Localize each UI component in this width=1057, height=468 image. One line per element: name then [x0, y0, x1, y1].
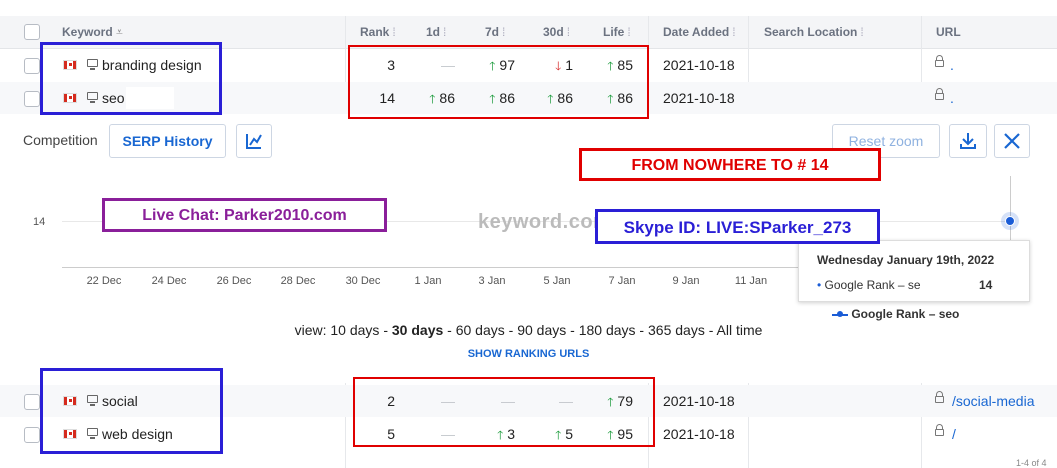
view-separator: -: [379, 322, 392, 338]
highlight-box-ranks-top: [348, 45, 649, 119]
header-search-location[interactable]: Search Location ⁞: [764, 16, 864, 48]
x-axis-tick-label: 3 Jan: [478, 275, 506, 287]
chart-toggle-button[interactable]: [236, 124, 272, 158]
highlight-box-keywords-bottom: [40, 368, 223, 454]
header-1d[interactable]: 1d ⁞: [426, 16, 446, 48]
row-checkbox[interactable]: [24, 427, 40, 443]
ranking-url[interactable]: /social-media: [952, 385, 1034, 417]
x-axis-tick-label: 22 Dec: [86, 275, 122, 287]
annotation-skype: Skype ID: LIVE:SParker_273: [595, 209, 880, 244]
row-checkbox[interactable]: [24, 394, 40, 410]
annotation-live-chat: Live Chat: Parker2010.com: [102, 198, 387, 232]
header-30d[interactable]: 30d ⁞: [543, 16, 570, 48]
view-option[interactable]: 365 days: [648, 322, 705, 338]
tooltip-date: Wednesday January 19th, 2022: [817, 253, 995, 267]
view-separator: -: [635, 322, 648, 338]
x-axis-tick-label: 5 Jan: [543, 275, 571, 287]
view-option[interactable]: 90 days: [517, 322, 566, 338]
x-axis-tick-label: 11 Jan: [734, 275, 768, 287]
chart-legend[interactable]: Google Rank – seo: [832, 307, 959, 321]
pagination-text: 1-4 of 4: [1016, 458, 1047, 468]
view-option[interactable]: 30 days: [392, 322, 443, 338]
date-added: 2021-10-18: [663, 90, 735, 106]
select-all-checkbox[interactable]: [24, 24, 40, 40]
view-separator: -: [566, 322, 579, 338]
close-icon: [1004, 133, 1020, 149]
watermark: keyword.com: [478, 211, 612, 233]
header-url[interactable]: URL: [936, 16, 961, 48]
competition-label[interactable]: Competition: [23, 132, 98, 148]
view-option[interactable]: 60 days: [456, 322, 505, 338]
header-7d[interactable]: 7d ⁞: [485, 16, 505, 48]
download-icon: [960, 133, 976, 149]
highlight-box-keywords-top: [40, 42, 222, 115]
x-axis-tick-label: 30 Dec: [345, 275, 381, 287]
x-axis-tick-label: 9 Jan: [672, 275, 700, 287]
row-checkbox[interactable]: [24, 58, 40, 74]
serp-history-button[interactable]: SERP History: [109, 124, 226, 158]
y-axis-tick: 14: [33, 216, 46, 228]
date-added: 2021-10-18: [663, 426, 735, 442]
date-added: 2021-10-18: [663, 393, 735, 409]
view-separator: -: [704, 322, 717, 338]
series-point[interactable]: [1005, 216, 1015, 226]
tooltip-series: • Google Rank – se: [817, 278, 921, 292]
view-range-selector: view: 10 days - 30 days - 60 days - 90 d…: [294, 322, 763, 338]
x-axis-tick-label: 7 Jan: [608, 275, 636, 287]
lock-icon: [935, 424, 944, 436]
view-separator: -: [504, 322, 518, 338]
view-separator: -: [443, 322, 456, 338]
close-button[interactable]: [994, 124, 1030, 158]
x-axis-tick-label: 28 Dec: [280, 275, 316, 287]
ranking-url[interactable]: /: [952, 418, 956, 450]
header-date-added[interactable]: Date Added ⁞: [663, 16, 736, 48]
show-ranking-urls-link[interactable]: SHOW RANKING URLS: [0, 348, 1057, 360]
row-checkbox[interactable]: [24, 91, 40, 107]
date-added: 2021-10-18: [663, 57, 735, 73]
lock-icon: [935, 88, 944, 100]
view-option[interactable]: 10 days: [330, 322, 379, 338]
lock-icon: [935, 391, 944, 403]
lock-icon: [935, 55, 944, 67]
download-button[interactable]: [949, 124, 987, 158]
highlight-box-ranks-bottom: [353, 377, 655, 447]
tooltip-value: 14: [979, 278, 993, 292]
ranking-url[interactable]: .: [950, 82, 954, 114]
chart-tooltip: Wednesday January 19th, 2022 • Google Ra…: [798, 240, 1030, 302]
x-axis-tick-label: 1 Jan: [414, 275, 442, 287]
chart-icon: [246, 134, 262, 149]
annotation-from-nowhere: FROM NOWHERE TO # 14: [579, 148, 881, 181]
x-axis-tick-label: 26 Dec: [216, 275, 252, 287]
ranking-url[interactable]: .: [950, 49, 954, 81]
header-rank[interactable]: Rank ⁞: [360, 16, 396, 48]
view-option[interactable]: All time: [717, 322, 763, 338]
x-axis-tick-label: 24 Dec: [151, 275, 187, 287]
legend-line-icon: [832, 310, 848, 317]
header-life[interactable]: Life ⁞: [603, 16, 631, 48]
view-option[interactable]: 180 days: [579, 322, 636, 338]
